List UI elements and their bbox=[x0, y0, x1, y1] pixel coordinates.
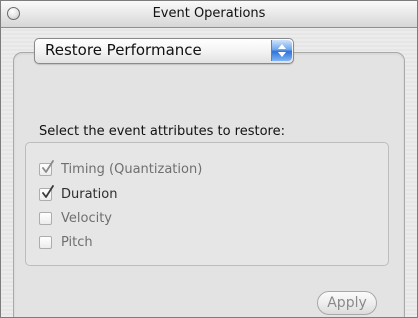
up-down-arrows-icon bbox=[271, 40, 292, 61]
checkmark-icon bbox=[42, 184, 54, 198]
timing-checkbox-label: Timing (Quantization) bbox=[61, 161, 203, 177]
operation-popup-button[interactable]: Restore Performance bbox=[34, 38, 294, 64]
duration-checkbox-label: Duration bbox=[61, 186, 118, 202]
operation-popup-label: Restore Performance bbox=[45, 41, 202, 59]
velocity-checkbox-label: Velocity bbox=[61, 210, 112, 226]
attribute-row-pitch: Pitch bbox=[39, 233, 93, 251]
window-body: Restore Performance Select the event att… bbox=[1, 28, 417, 317]
attribute-row-duration: Duration bbox=[39, 184, 118, 203]
window-title: Event Operations bbox=[152, 6, 266, 21]
velocity-checkbox[interactable] bbox=[39, 211, 52, 225]
pitch-checkbox[interactable] bbox=[39, 235, 52, 249]
duration-checkbox[interactable] bbox=[39, 184, 54, 201]
apply-button[interactable]: Apply bbox=[317, 291, 377, 315]
event-operations-window: Event Operations Restore Performance Sel… bbox=[0, 0, 418, 318]
attribute-row-velocity: Velocity bbox=[39, 209, 112, 227]
pitch-checkbox-label: Pitch bbox=[61, 234, 93, 250]
title-bar[interactable]: Event Operations bbox=[1, 1, 417, 28]
checkmark-icon bbox=[42, 159, 54, 173]
instruction-label: Select the event attributes to restore: bbox=[39, 124, 285, 139]
attribute-row-timing: Timing (Quantization) bbox=[39, 159, 203, 178]
timing-checkbox[interactable] bbox=[39, 159, 54, 176]
